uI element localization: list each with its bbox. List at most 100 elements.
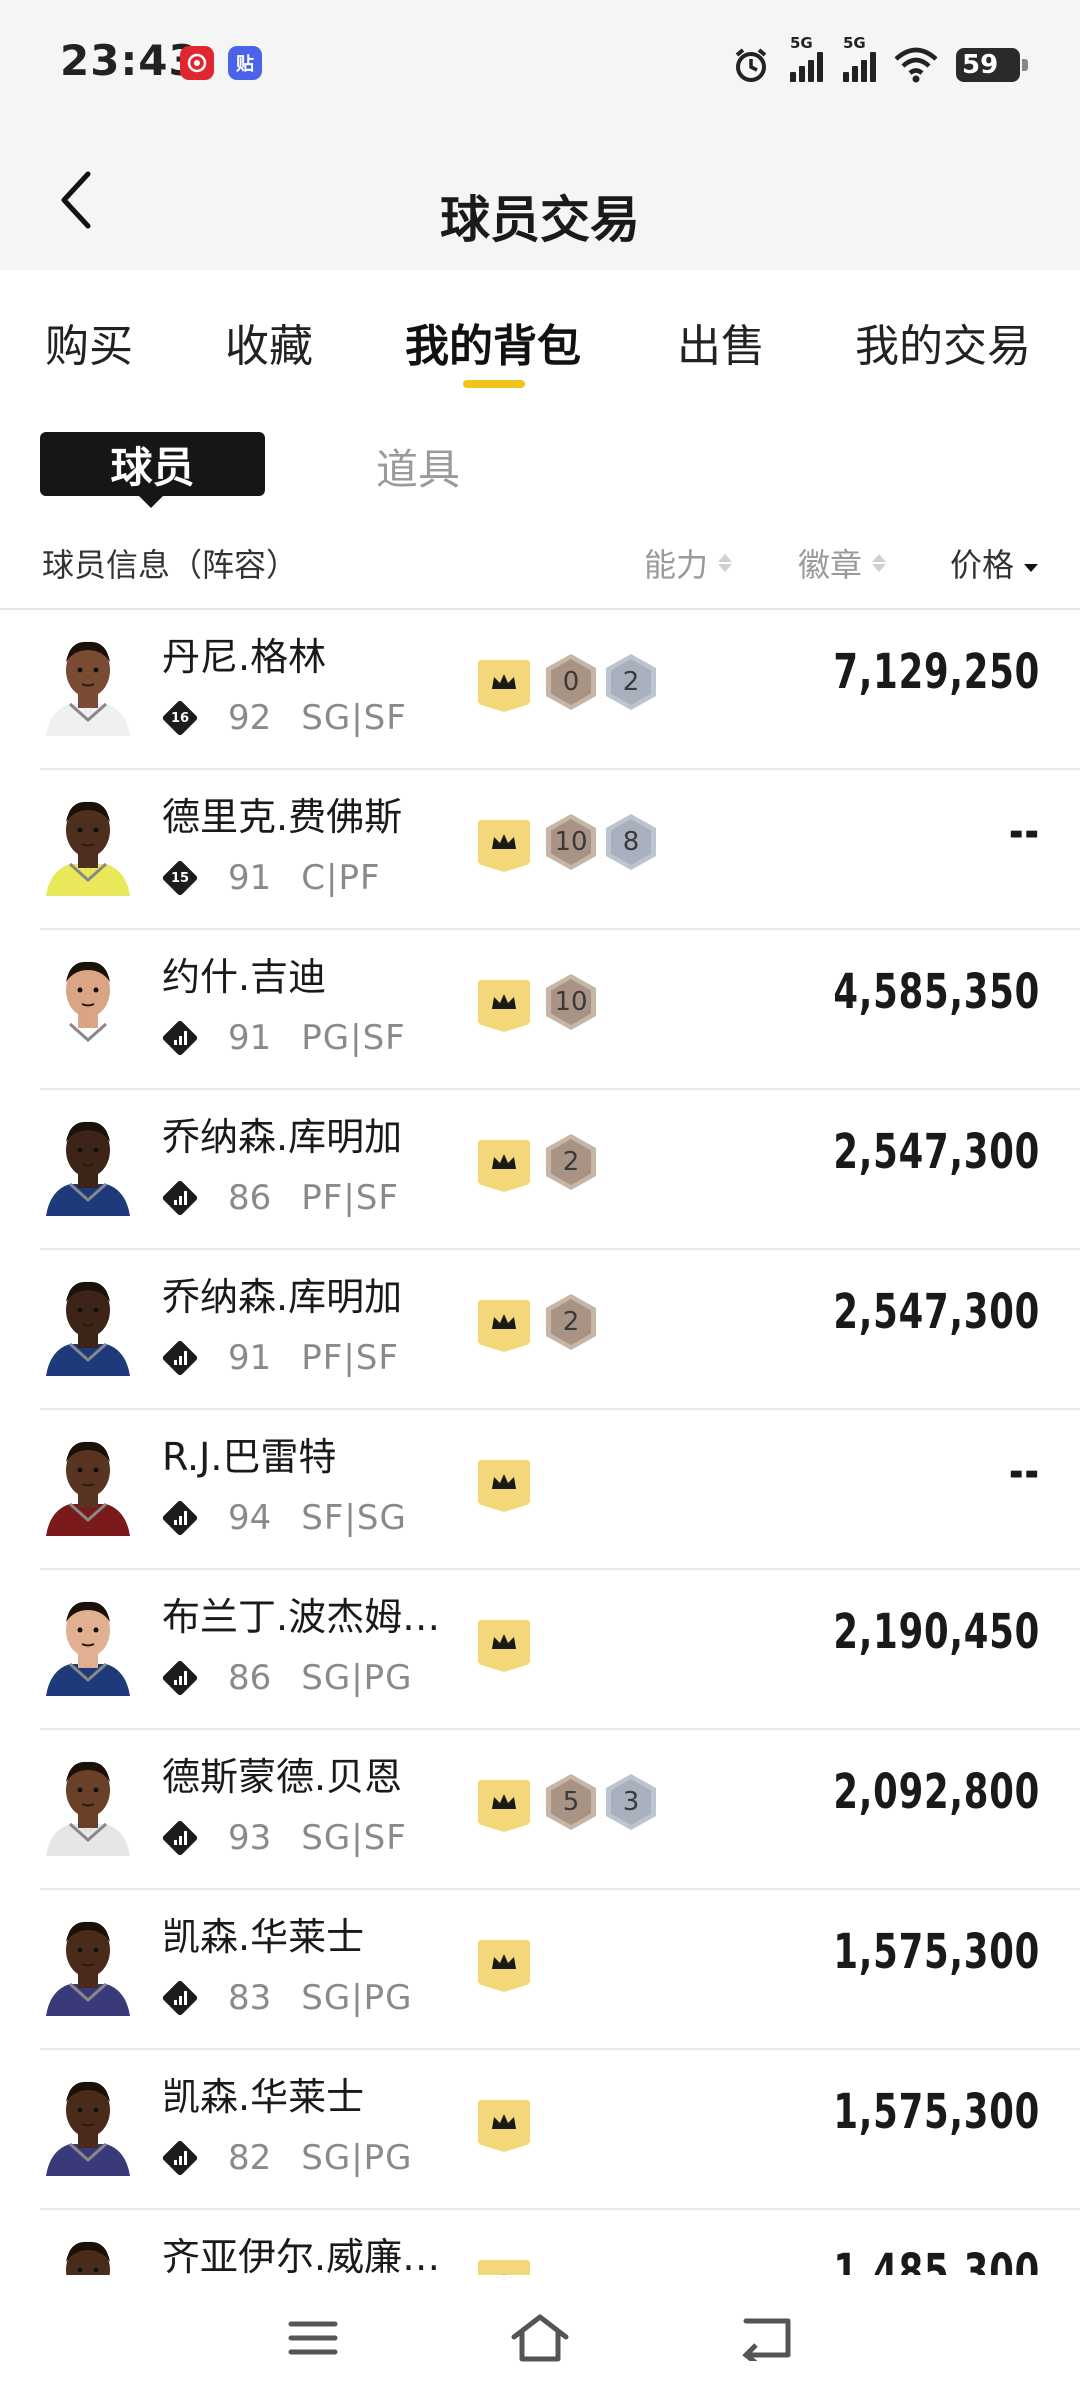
player-rating: 82 bbox=[228, 2138, 272, 2178]
player-name: 约什.吉迪 bbox=[162, 955, 327, 999]
tier-number: 16 bbox=[170, 710, 190, 726]
tier-icon bbox=[162, 1340, 198, 1376]
cellular-signal-icon: 5G bbox=[841, 34, 876, 82]
signal-label: 5G bbox=[790, 34, 813, 52]
tier-icon: 15 bbox=[162, 860, 198, 896]
player-rating: 91 bbox=[228, 1018, 272, 1058]
player-meta: 82 SG|PG bbox=[162, 2136, 413, 2180]
player-row[interactable]: R.J.巴雷特 94 SF|SG -- bbox=[40, 1410, 1080, 1570]
alarm-icon bbox=[735, 48, 767, 82]
menu-icon bbox=[288, 2321, 338, 2354]
player-row[interactable]: 齐亚伊尔.威廉… 1,485,300 bbox=[40, 2210, 1080, 2275]
bronze-badge-icon: 0 bbox=[546, 654, 596, 710]
player-price: 1,575,300 bbox=[833, 1924, 1040, 1980]
player-position: SG|PG bbox=[301, 2138, 413, 2178]
bronze-badge-icon: 5 bbox=[546, 1774, 596, 1830]
player-price: 2,092,800 bbox=[833, 1764, 1040, 1820]
player-rating: 91 bbox=[228, 1338, 272, 1378]
crown-icon bbox=[478, 660, 530, 712]
crown-icon bbox=[478, 2260, 530, 2275]
sort-icon bbox=[872, 554, 887, 572]
player-row[interactable]: 德斯蒙德.贝恩 93 SG|SF 5 3 2,092,800 bbox=[40, 1730, 1080, 1890]
player-avatar bbox=[40, 952, 136, 1056]
player-rating: 92 bbox=[228, 698, 272, 738]
bronze-badge-icon: 2 bbox=[546, 1134, 596, 1190]
badge-count: 10 bbox=[551, 819, 591, 865]
page-title: 球员交易 bbox=[440, 191, 640, 249]
subtab-items[interactable]: 道具 bbox=[376, 436, 460, 497]
player-row[interactable]: 布兰丁.波杰姆… 86 SG|PG 2,190,450 bbox=[40, 1570, 1080, 1730]
tab-sell[interactable]: 出售 bbox=[677, 310, 765, 374]
column-price[interactable]: 价格 bbox=[950, 540, 1039, 586]
player-row[interactable]: 凯森.华莱士 83 SG|PG 1,575,300 bbox=[40, 1890, 1080, 2050]
sort-desc-icon bbox=[1024, 554, 1039, 572]
player-price: 1,575,300 bbox=[833, 2084, 1040, 2140]
home-button[interactable] bbox=[495, 2293, 585, 2383]
tier-icon bbox=[162, 1980, 198, 2016]
player-meta: 94 SF|SG bbox=[162, 1496, 407, 1540]
player-meta: 15 91 C|PF bbox=[162, 856, 381, 900]
player-name: 德里克.费佛斯 bbox=[162, 795, 403, 839]
player-name: 齐亚伊尔.威廉… bbox=[162, 2235, 441, 2275]
column-badges-label: 徽章 bbox=[798, 546, 863, 584]
badge-count: 2 bbox=[611, 659, 651, 705]
active-tab-indicator bbox=[463, 380, 525, 388]
player-avatar bbox=[40, 1432, 136, 1536]
badge-count: 3 bbox=[611, 1779, 651, 1825]
player-meta: 91 PG|SF bbox=[162, 1016, 406, 1060]
tab-my-bag[interactable]: 我的背包 bbox=[405, 310, 581, 374]
wifi-icon bbox=[894, 47, 938, 83]
player-row[interactable]: 乔纳森.库明加 86 PF|SF 2 2,547,300 bbox=[40, 1090, 1080, 1250]
tab-my-trades[interactable]: 我的交易 bbox=[855, 310, 1031, 374]
player-row[interactable]: 约什.吉迪 91 PG|SF 10 4,585,350 bbox=[40, 930, 1080, 1090]
silver-badge-icon: 8 bbox=[606, 814, 656, 870]
player-meta: 93 SG|SF bbox=[162, 1816, 407, 1860]
status-time: 23:43 bbox=[60, 36, 199, 85]
crown-icon bbox=[478, 1620, 530, 1672]
player-name: 凯森.华莱士 bbox=[162, 2075, 365, 2119]
status-bar: 23:43 贴 5G 5G 59 bbox=[0, 0, 1080, 130]
column-ability-label: 能力 bbox=[644, 546, 709, 584]
player-list[interactable]: 丹尼.格林 16 92 SG|SF 0 2 7,129,250 德里克.费佛斯 15 91 C|PF… bbox=[0, 610, 1080, 2275]
tier-icon: 16 bbox=[162, 700, 198, 736]
player-price: 1,485,300 bbox=[833, 2244, 1040, 2275]
crown-icon bbox=[478, 1140, 530, 1192]
tab-buy[interactable]: 购买 bbox=[45, 310, 133, 374]
player-price: 2,547,300 bbox=[833, 1124, 1040, 1180]
badge-count: 10 bbox=[551, 979, 591, 1025]
back-nav-button[interactable] bbox=[722, 2293, 812, 2383]
player-rating: 93 bbox=[228, 1818, 272, 1858]
tab-bar: 购买 收藏 我的背包 出售 我的交易 bbox=[0, 270, 1080, 400]
player-rating: 86 bbox=[228, 1658, 272, 1698]
player-row[interactable]: 乔纳森.库明加 91 PF|SF 2 2,547,300 bbox=[40, 1250, 1080, 1410]
silver-badge-icon: 2 bbox=[606, 654, 656, 710]
subtab-players[interactable]: 球员 bbox=[40, 432, 265, 508]
player-row[interactable]: 凯森.华莱士 82 SG|PG 1,575,300 bbox=[40, 2050, 1080, 2210]
tier-icon bbox=[162, 1180, 198, 1216]
player-position: SG|SF bbox=[301, 698, 407, 738]
player-rating: 86 bbox=[228, 1178, 272, 1218]
player-price: -- bbox=[1008, 804, 1040, 860]
player-price: 4,585,350 bbox=[833, 964, 1040, 1020]
silver-badge-icon: 3 bbox=[606, 1774, 656, 1830]
netease-music-icon bbox=[180, 46, 214, 80]
menu-button[interactable] bbox=[268, 2293, 358, 2383]
column-ability[interactable]: 能力 bbox=[644, 540, 733, 586]
player-position: SG|SF bbox=[301, 1818, 407, 1858]
player-avatar bbox=[40, 2072, 136, 2176]
player-rating: 91 bbox=[228, 858, 272, 898]
badge-count: 0 bbox=[551, 659, 591, 705]
bronze-badge-icon: 10 bbox=[546, 974, 596, 1030]
bronze-badge-icon: 10 bbox=[546, 814, 596, 870]
player-avatar bbox=[40, 1112, 136, 1216]
player-avatar bbox=[40, 1592, 136, 1696]
player-row[interactable]: 德里克.费佛斯 15 91 C|PF 10 8 -- bbox=[40, 770, 1080, 930]
column-badges[interactable]: 徽章 bbox=[798, 540, 887, 586]
player-avatar bbox=[40, 2232, 136, 2275]
crown-icon bbox=[478, 820, 530, 872]
player-price: -- bbox=[1008, 1444, 1040, 1500]
player-row[interactable]: 丹尼.格林 16 92 SG|SF 0 2 7,129,250 bbox=[40, 610, 1080, 770]
signal-label: 5G bbox=[843, 34, 866, 52]
battery-icon: 59 bbox=[956, 48, 1028, 82]
tab-favorites[interactable]: 收藏 bbox=[225, 310, 313, 374]
